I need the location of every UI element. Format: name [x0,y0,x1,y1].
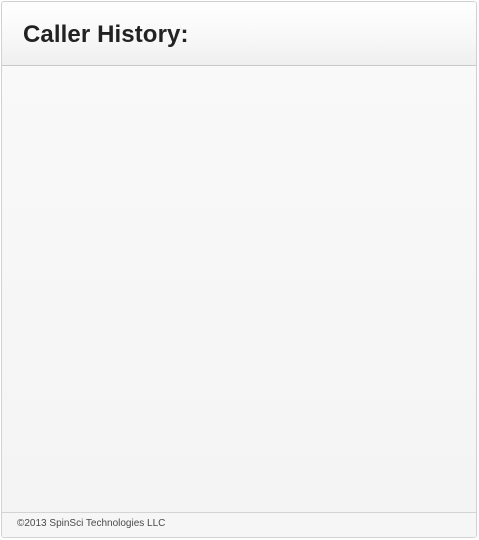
copyright-text: ©2013 SpinSci Technologies LLC [17,518,166,529]
caller-history-list [2,66,476,513]
caller-history-panel: Caller History: ©2013 SpinSci Technologi… [1,1,477,538]
panel-footer: ©2013 SpinSci Technologies LLC [2,512,476,537]
panel-title: Caller History: [23,21,189,48]
panel-header: Caller History: [2,2,476,66]
